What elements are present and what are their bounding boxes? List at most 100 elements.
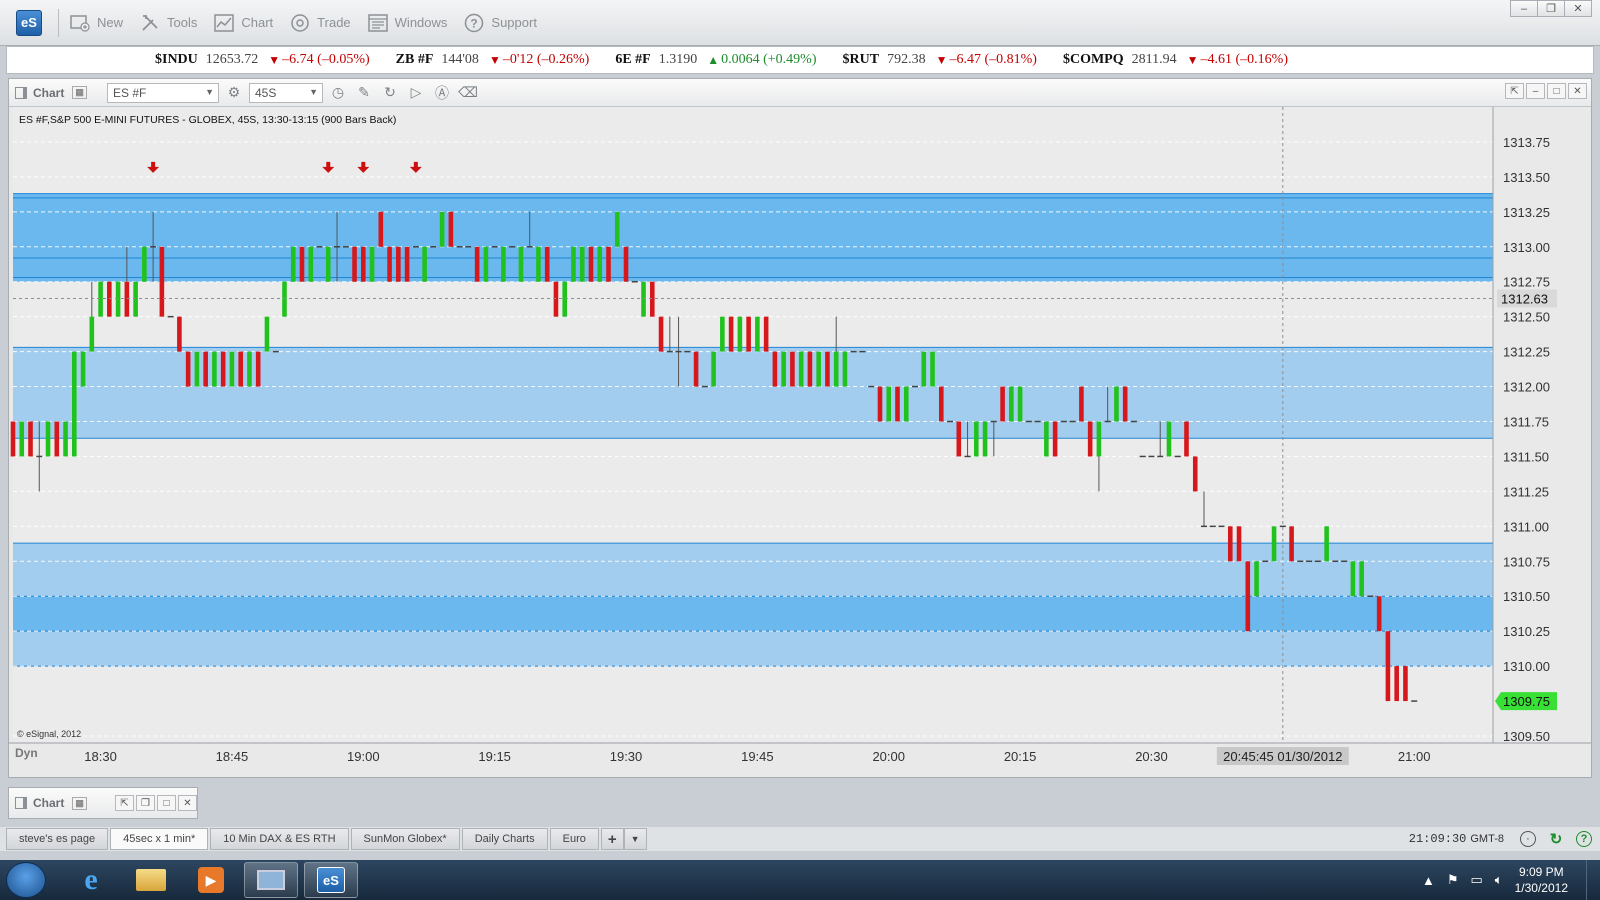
price-bar[interactable] (1385, 631, 1391, 702)
price-bar[interactable] (641, 281, 646, 317)
minimize-icon[interactable]: – (1510, 0, 1538, 17)
price-bar[interactable] (1000, 386, 1005, 422)
price-bar[interactable] (247, 351, 252, 387)
play-icon[interactable]: ▷ (405, 82, 427, 104)
price-bar[interactable] (1227, 526, 1233, 562)
price-bar[interactable] (1289, 526, 1294, 562)
add-tab-button[interactable]: + (600, 828, 624, 850)
ticker-item-compq[interactable]: $COMPQ 2811.94 ▼ –4.61 (–0.16%) (1063, 52, 1288, 68)
link-icon[interactable]: ▦ (72, 86, 87, 99)
price-bar[interactable] (255, 351, 261, 387)
price-bar[interactable] (282, 281, 287, 317)
price-bar[interactable] (1192, 456, 1198, 492)
price-bar[interactable] (536, 246, 541, 282)
price-bar[interactable] (177, 316, 182, 352)
minimized-chart-window[interactable]: Chart ▦ ⇱ ❐ □ ✕ (8, 787, 198, 819)
price-bar[interactable] (825, 351, 830, 387)
price-bar[interactable] (1087, 421, 1093, 457)
price-bar[interactable] (974, 421, 979, 457)
price-bar[interactable] (238, 351, 243, 387)
price-bar[interactable] (1394, 666, 1399, 702)
price-bar[interactable] (159, 246, 165, 317)
price-bar[interactable] (107, 281, 112, 317)
price-bar[interactable] (579, 246, 585, 282)
price-bar[interactable] (448, 211, 454, 247)
price-bar[interactable] (1324, 526, 1329, 562)
price-bar[interactable] (790, 351, 795, 387)
price-bar[interactable] (772, 351, 778, 387)
price-bar[interactable] (693, 351, 699, 387)
dyn-label[interactable]: Dyn (15, 746, 38, 760)
price-bar[interactable] (1079, 386, 1084, 422)
price-bar[interactable] (1350, 561, 1356, 597)
maximize-icon[interactable]: □ (157, 795, 176, 811)
price-bar[interactable] (483, 246, 489, 282)
price-bar[interactable] (404, 246, 410, 282)
price-bar[interactable] (98, 281, 103, 317)
price-bar[interactable] (308, 246, 314, 282)
tab-sunmon-globex[interactable]: SunMon Globex* (350, 828, 460, 850)
menu-trade[interactable]: Trade (289, 12, 351, 34)
price-bar[interactable] (369, 246, 375, 282)
ticker-item-rut[interactable]: $RUT 792.38 ▼ –6.47 (–0.81%) (843, 52, 1037, 68)
price-bar[interactable] (142, 246, 147, 282)
price-bar[interactable] (194, 351, 200, 387)
price-bar[interactable] (1254, 561, 1259, 597)
menu-chart[interactable]: Chart (213, 12, 273, 34)
price-bar[interactable] (711, 351, 716, 387)
maximize-icon[interactable]: □ (1547, 83, 1566, 99)
media-player-icon[interactable]: ▶ (184, 862, 238, 898)
network-icon[interactable]: ▭ (1471, 872, 1483, 888)
price-bar[interactable] (1245, 561, 1251, 632)
price-bar[interactable] (19, 421, 25, 457)
ticker-item-6e[interactable]: 6E #F 1.3190 ▲ 0.0064 (+0.49%) (615, 52, 816, 68)
price-bar[interactable] (474, 246, 480, 282)
menu-new[interactable]: New (69, 12, 123, 34)
chart-window-title[interactable]: Chart ▦ (15, 86, 107, 100)
price-bar[interactable] (396, 246, 401, 282)
price-bar[interactable] (299, 246, 305, 282)
price-bar[interactable] (212, 351, 217, 387)
ticker-item-indu[interactable]: $INDU 12653.72 ▼ –6.74 (–0.05%) (155, 52, 370, 68)
price-bar[interactable] (45, 421, 51, 457)
price-bar[interactable] (1122, 386, 1128, 422)
windows-start-button[interactable] (6, 862, 46, 898)
ticker-item-zb[interactable]: ZB #F 144'08 ▼ –0'12 (–0.26%) (396, 52, 590, 68)
price-bar[interactable] (746, 316, 751, 352)
tab-45sec-x-1-min[interactable]: 45sec x 1 min* (110, 828, 209, 850)
price-bar[interactable] (115, 281, 121, 317)
menu-tools[interactable]: Tools (139, 12, 197, 34)
clock-icon[interactable]: · (1520, 831, 1536, 847)
price-bar[interactable] (220, 351, 226, 387)
price-bar[interactable] (597, 246, 603, 282)
alert-icon[interactable]: Ⓐ (431, 82, 453, 104)
price-bar[interactable] (728, 316, 734, 352)
price-bar[interactable] (518, 246, 524, 282)
price-bar[interactable] (1009, 386, 1014, 422)
interval-input[interactable]: 45S ▼ (249, 82, 323, 103)
price-bar[interactable] (1166, 421, 1172, 457)
price-bar[interactable] (1359, 561, 1364, 597)
price-bar[interactable] (229, 351, 235, 387)
internet-explorer-icon[interactable]: e (64, 862, 118, 898)
price-bar[interactable] (571, 246, 576, 282)
price-bar[interactable] (185, 351, 191, 387)
price-bar[interactable] (763, 316, 769, 352)
price-bar[interactable] (544, 246, 550, 282)
price-chart[interactable]: 1313.751313.501313.251313.001312.751312.… (9, 107, 1591, 777)
app-logo[interactable]: eS (16, 9, 42, 36)
price-bar[interactable] (649, 281, 655, 317)
tab-daily-charts[interactable]: Daily Charts (461, 828, 548, 850)
close-icon[interactable]: ✕ (1564, 0, 1592, 17)
price-bar[interactable] (1114, 386, 1119, 422)
price-bar[interactable] (877, 386, 883, 422)
show-desktop-button[interactable] (1586, 860, 1600, 900)
price-bar[interactable] (956, 421, 962, 457)
price-bar[interactable] (10, 421, 16, 457)
price-bar[interactable] (842, 351, 848, 387)
price-bar[interactable] (1271, 526, 1277, 562)
close-icon[interactable]: ✕ (178, 795, 197, 811)
price-bar[interactable] (422, 246, 427, 282)
price-bar[interactable] (886, 386, 892, 422)
price-bar[interactable] (921, 351, 927, 387)
